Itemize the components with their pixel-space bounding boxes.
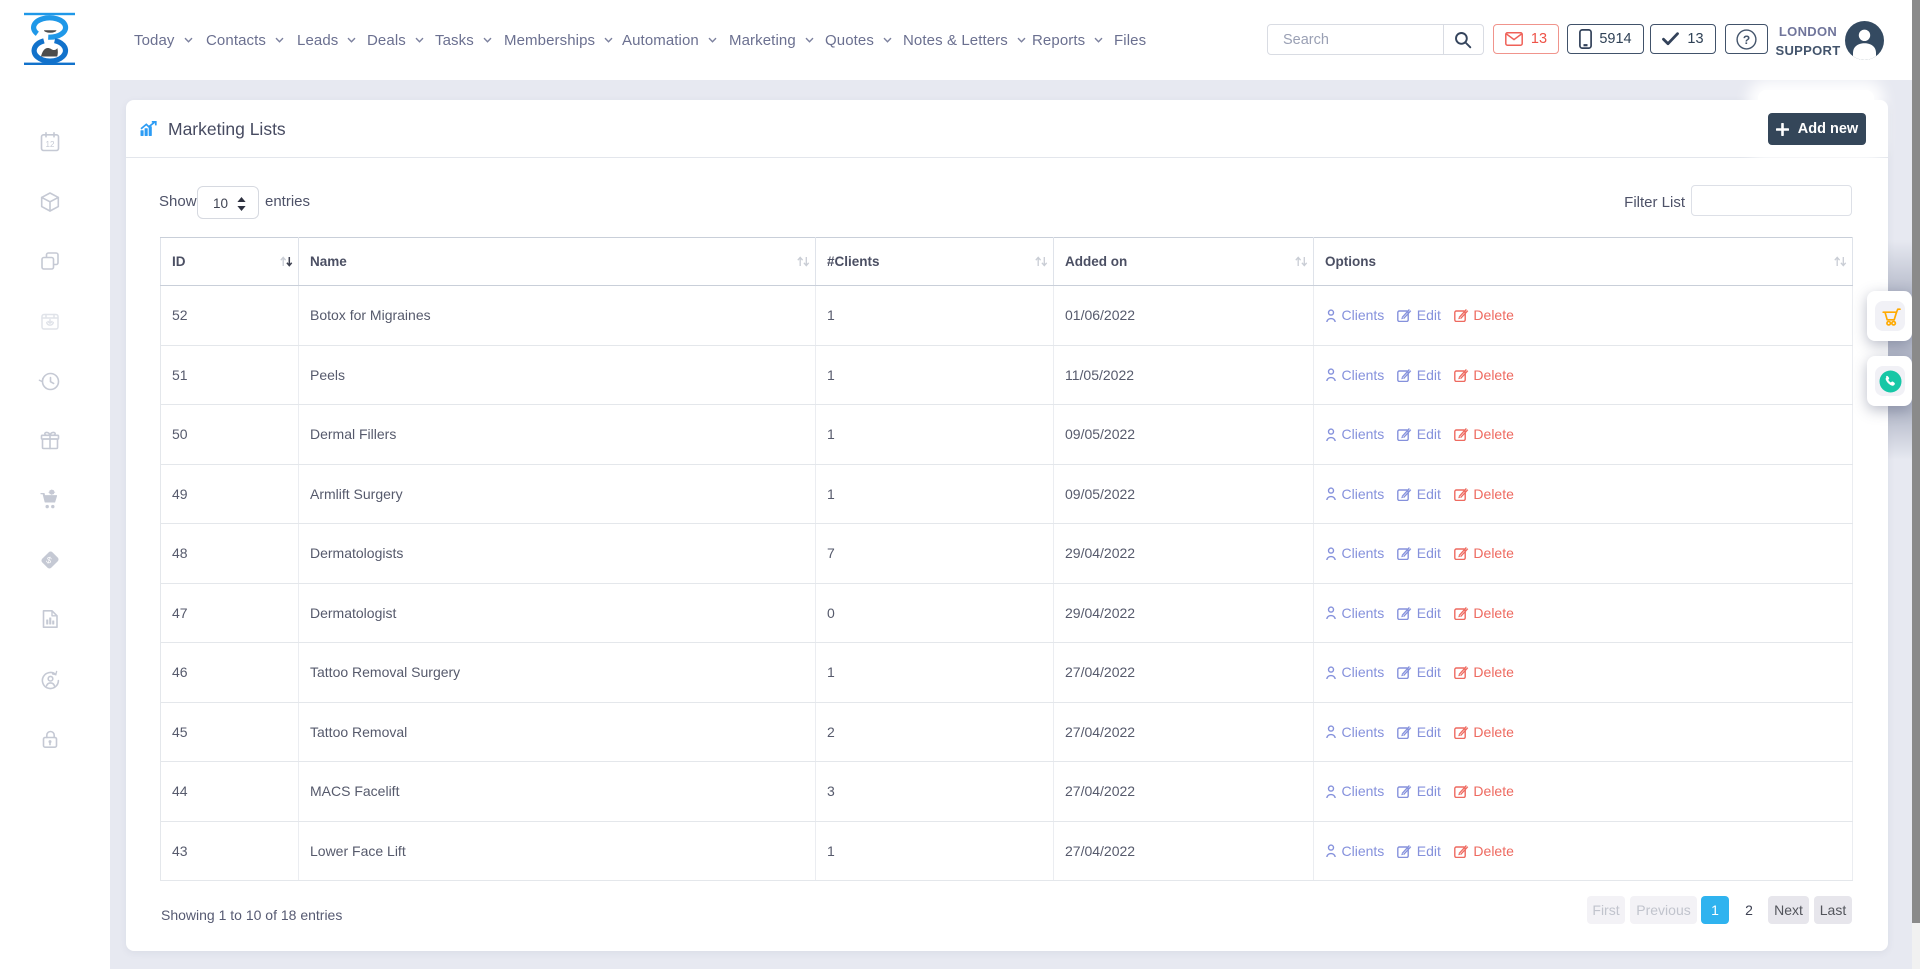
- svg-text:12: 12: [46, 140, 55, 149]
- svg-text:?: ?: [1743, 32, 1750, 46]
